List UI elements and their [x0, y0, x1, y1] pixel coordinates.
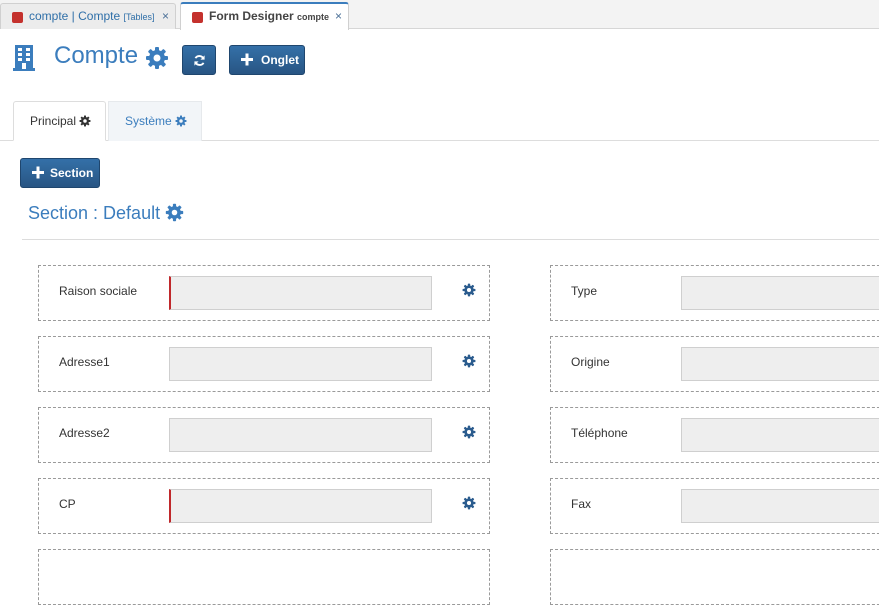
- section-divider: [22, 239, 879, 240]
- gear-icon[interactable]: [175, 115, 187, 127]
- close-icon[interactable]: ×: [162, 4, 169, 28]
- field-label: CP: [59, 497, 76, 511]
- gear-icon[interactable]: [165, 203, 184, 222]
- refresh-button[interactable]: [182, 45, 216, 75]
- document-tabstrip: compte | Compte [Tables] × Form Designer…: [0, 0, 879, 30]
- field-card-partial: [550, 549, 879, 605]
- plus-icon: [32, 166, 44, 179]
- building-icon: [13, 45, 35, 71]
- field-label: Raison sociale: [59, 284, 138, 298]
- field-card-telephone[interactable]: Téléphone: [550, 407, 879, 463]
- field-card-fax[interactable]: Fax: [550, 478, 879, 534]
- gear-icon[interactable]: [462, 283, 476, 297]
- field-label: Téléphone: [571, 426, 628, 440]
- table-icon: [12, 12, 23, 23]
- field-label: Type: [571, 284, 598, 298]
- section-title: Section : Default: [28, 203, 161, 223]
- field-card-adresse2[interactable]: Adresse2: [38, 407, 490, 463]
- page-title: Compte: [54, 42, 139, 69]
- field-label: Origine: [571, 355, 610, 369]
- raison-sociale-input[interactable]: [169, 276, 432, 310]
- tab-subtitle: [Tables]: [123, 12, 155, 22]
- form-icon: [192, 12, 203, 23]
- add-section-button[interactable]: Section: [20, 158, 100, 188]
- telephone-input[interactable]: [681, 418, 879, 452]
- field-label: Adresse1: [59, 355, 110, 369]
- field-card-raison-sociale[interactable]: Raison sociale: [38, 265, 490, 321]
- tab-systeme[interactable]: Système: [108, 101, 202, 141]
- onglet-label: Onglet: [261, 53, 299, 67]
- tab-form-designer[interactable]: Form Designer compte ×: [180, 2, 349, 30]
- add-onglet-button[interactable]: Onglet: [229, 45, 305, 75]
- field-card-cp[interactable]: CP: [38, 478, 490, 534]
- field-label: Adresse2: [59, 426, 110, 440]
- tab-principal[interactable]: Principal: [13, 101, 106, 141]
- close-icon[interactable]: ×: [335, 4, 342, 28]
- adresse1-input[interactable]: [169, 347, 432, 381]
- gear-icon[interactable]: [462, 496, 476, 510]
- refresh-icon: [194, 55, 205, 66]
- gear-icon[interactable]: [462, 425, 476, 439]
- tab-label: Système: [125, 114, 172, 128]
- gear-icon[interactable]: [79, 115, 91, 127]
- field-label: Fax: [571, 497, 592, 511]
- tab-compte-tables[interactable]: compte | Compte [Tables] ×: [0, 3, 176, 29]
- cp-input[interactable]: [169, 489, 432, 523]
- tab-title: compte | Compte: [29, 9, 121, 23]
- field-card-type[interactable]: Type: [550, 265, 879, 321]
- fax-input[interactable]: [681, 489, 879, 523]
- type-input[interactable]: [681, 276, 879, 310]
- field-card-origine[interactable]: Origine: [550, 336, 879, 392]
- gear-icon[interactable]: [145, 46, 169, 70]
- field-card-partial: [38, 549, 490, 605]
- plus-icon: [241, 53, 253, 66]
- tab-label: Principal: [30, 114, 77, 128]
- section-button-label: Section: [50, 166, 94, 180]
- adresse2-input[interactable]: [169, 418, 432, 452]
- tab-title: Form Designer: [209, 9, 294, 23]
- origine-input[interactable]: [681, 347, 879, 381]
- gear-icon[interactable]: [462, 354, 476, 368]
- field-card-adresse1[interactable]: Adresse1: [38, 336, 490, 392]
- tab-subtitle: compte: [297, 12, 330, 22]
